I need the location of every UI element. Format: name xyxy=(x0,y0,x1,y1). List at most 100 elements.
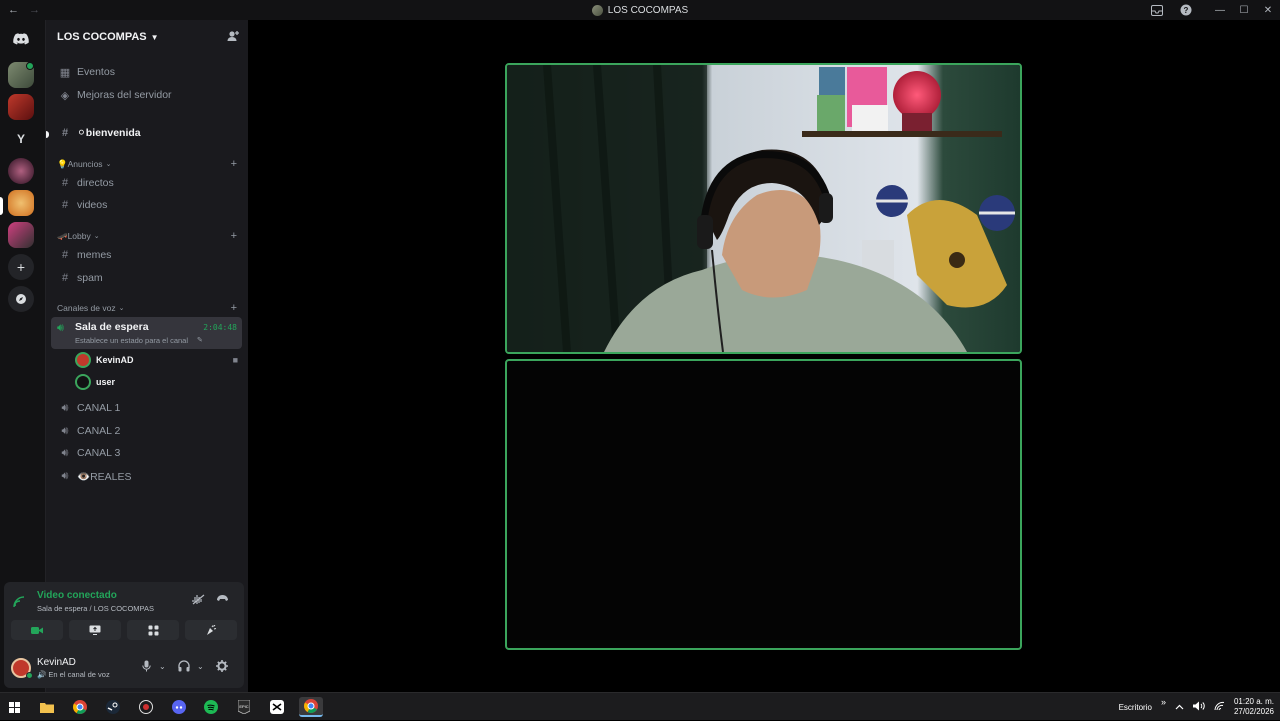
speaker-locked-icon: 🔊︎ xyxy=(61,469,69,482)
minimize-button[interactable]: — xyxy=(1208,0,1232,20)
close-button[interactable]: ✕ xyxy=(1256,0,1280,20)
discord-logo-icon[interactable] xyxy=(8,26,34,52)
video-tile-kevinad[interactable] xyxy=(505,63,1022,354)
voice-user-kevinad[interactable]: KevinAD ■ xyxy=(75,350,240,370)
chevron-up-icon[interactable] xyxy=(1175,703,1184,712)
steam-icon[interactable] xyxy=(102,697,124,717)
spotify-icon[interactable] xyxy=(200,697,222,717)
hashtag-icon: # xyxy=(61,272,69,284)
events-item[interactable]: ▦ Eventos xyxy=(52,62,242,82)
discord-taskbar-icon[interactable] xyxy=(168,697,190,717)
category-lobby[interactable]: 🛹Lobby ⌄ + xyxy=(52,229,242,243)
username[interactable]: KevinAD xyxy=(37,657,76,668)
channel-name: spam xyxy=(77,272,103,284)
voice-channel-canal-3[interactable]: 🔊︎ CANAL 3 xyxy=(52,443,242,463)
help-icon[interactable]: ? xyxy=(1179,4,1193,16)
call-timer: 2:04:48 xyxy=(203,323,237,332)
chrome-active-icon[interactable] xyxy=(299,697,323,717)
maximize-button[interactable]: ☐ xyxy=(1232,0,1256,20)
add-channel-icon[interactable]: + xyxy=(231,302,237,314)
compass-icon[interactable] xyxy=(8,286,34,312)
channel-spam[interactable]: # spam xyxy=(52,268,242,288)
volume-icon[interactable] xyxy=(1192,701,1205,713)
microphone-icon[interactable] xyxy=(142,660,151,675)
server-letter-y[interactable]: Y xyxy=(8,126,34,152)
hashtag-icon: # xyxy=(61,127,69,139)
signal-icon[interactable] xyxy=(13,596,25,611)
video-tile-user[interactable] xyxy=(505,359,1022,650)
channel-bienvenida[interactable]: # ⚪bienvenida xyxy=(52,123,242,143)
channel-name: videos xyxy=(77,199,108,211)
voice-status-subtitle[interactable]: Sala de espera / LOS COCOMPAS xyxy=(37,604,154,613)
user-panel: KevinAD 🔊 En el canal de voz ⌄ ⌄ xyxy=(4,648,244,688)
channel-status[interactable]: Establece un estado para el canal xyxy=(75,336,188,345)
server-avatar-2[interactable] xyxy=(8,94,34,120)
channel-name: ⚪bienvenida xyxy=(77,127,141,139)
windows-start-icon[interactable] xyxy=(3,697,25,717)
app-icon-red[interactable] xyxy=(135,697,157,717)
voice-channel-reales[interactable]: 🔊︎ 👁️REALES xyxy=(52,466,242,486)
desktop-toolbar-label[interactable]: Escritorio xyxy=(1119,703,1152,712)
toolbar-overflow-icon[interactable]: » xyxy=(1161,697,1166,707)
noise-suppression-icon[interactable] xyxy=(192,594,205,608)
disconnect-icon[interactable] xyxy=(216,594,229,605)
server-avatar-3[interactable] xyxy=(8,158,34,184)
file-explorer-icon[interactable] xyxy=(36,697,58,717)
add-server-icon[interactable]: + xyxy=(8,254,34,280)
speaker-icon: 🔊︎ xyxy=(61,401,69,414)
inbox-icon[interactable] xyxy=(1150,4,1164,16)
activities-button[interactable] xyxy=(127,620,179,640)
capcut-icon[interactable] xyxy=(266,697,288,717)
forward-button[interactable]: → xyxy=(29,4,40,16)
svg-text:EPIC: EPIC xyxy=(239,704,248,709)
system-clock[interactable]: 01:20 a. m. 27/02/2026 xyxy=(1234,697,1274,717)
back-button[interactable]: ← xyxy=(8,4,19,16)
epic-games-icon[interactable]: EPIC xyxy=(233,697,255,717)
voice-channel-sala-de-espera[interactable]: 🔊︎ Sala de espera Establece un estado pa… xyxy=(51,317,242,349)
server-header[interactable]: LOS COCOMPAS ▼ xyxy=(46,20,249,54)
server-boost-item[interactable]: ◈ Mejoras del servidor xyxy=(52,85,242,105)
voice-channel-canal-2[interactable]: 🔊︎ CANAL 2 xyxy=(52,421,242,441)
hashtag-icon: # xyxy=(61,199,69,211)
boost-gem-icon: ◈ xyxy=(60,89,70,102)
hashtag-icon: # xyxy=(61,177,69,189)
speaker-icon: 🔊︎ xyxy=(61,424,69,437)
server-avatar-los-cocompas[interactable] xyxy=(8,190,34,216)
soundboard-button[interactable] xyxy=(185,620,237,640)
unread-indicator xyxy=(46,131,49,138)
wifi-icon[interactable] xyxy=(1214,701,1225,713)
calendar-icon: ▦ xyxy=(59,66,71,79)
selected-server-pill xyxy=(0,197,3,215)
voice-channel-name: CANAL 2 xyxy=(77,425,121,437)
add-member-icon[interactable] xyxy=(227,30,239,45)
taskbar: EPIC Escritorio » 01:20 a. m. 27/02/2026 xyxy=(0,692,1280,720)
chrome-icon[interactable] xyxy=(69,697,91,717)
pencil-icon[interactable]: ✎ xyxy=(197,336,203,344)
chevron-down-icon[interactable]: ⌄ xyxy=(159,662,166,671)
channel-name: memes xyxy=(77,249,112,261)
category-anuncios[interactable]: 💡Anuncios ⌄ + xyxy=(52,157,242,171)
camera-button[interactable] xyxy=(11,620,63,640)
server-avatar-4[interactable] xyxy=(8,222,34,248)
user-status: 🔊 En el canal de voz xyxy=(37,670,110,679)
voice-connection-panel: Video conectado Sala de espera / LOS COC… xyxy=(4,582,244,648)
chevron-down-icon[interactable]: ⌄ xyxy=(197,662,204,671)
screen-share-button[interactable] xyxy=(69,620,121,640)
channel-videos[interactable]: # videos xyxy=(52,195,242,215)
voice-channel-canal-1[interactable]: 🔊︎ CANAL 1 xyxy=(52,398,242,418)
server-name: LOS COCOMPAS xyxy=(57,31,147,43)
voice-channel-name: CANAL 1 xyxy=(77,402,121,414)
channel-memes[interactable]: # memes xyxy=(52,245,242,265)
camera-icon: ■ xyxy=(232,355,238,365)
category-name: Canales de voz xyxy=(57,303,116,313)
add-channel-icon[interactable]: + xyxy=(231,230,237,242)
voice-user-user[interactable]: user xyxy=(75,372,240,392)
gear-icon[interactable] xyxy=(216,660,228,675)
add-channel-icon[interactable]: + xyxy=(231,158,237,170)
category-voice[interactable]: Canales de voz ⌄ + xyxy=(52,301,242,315)
chevron-down-icon: ▼ xyxy=(150,32,159,42)
server-icon xyxy=(591,4,603,16)
channel-name: directos xyxy=(77,177,114,189)
channel-directos[interactable]: # directos xyxy=(52,173,242,193)
headphones-icon[interactable] xyxy=(178,660,190,675)
